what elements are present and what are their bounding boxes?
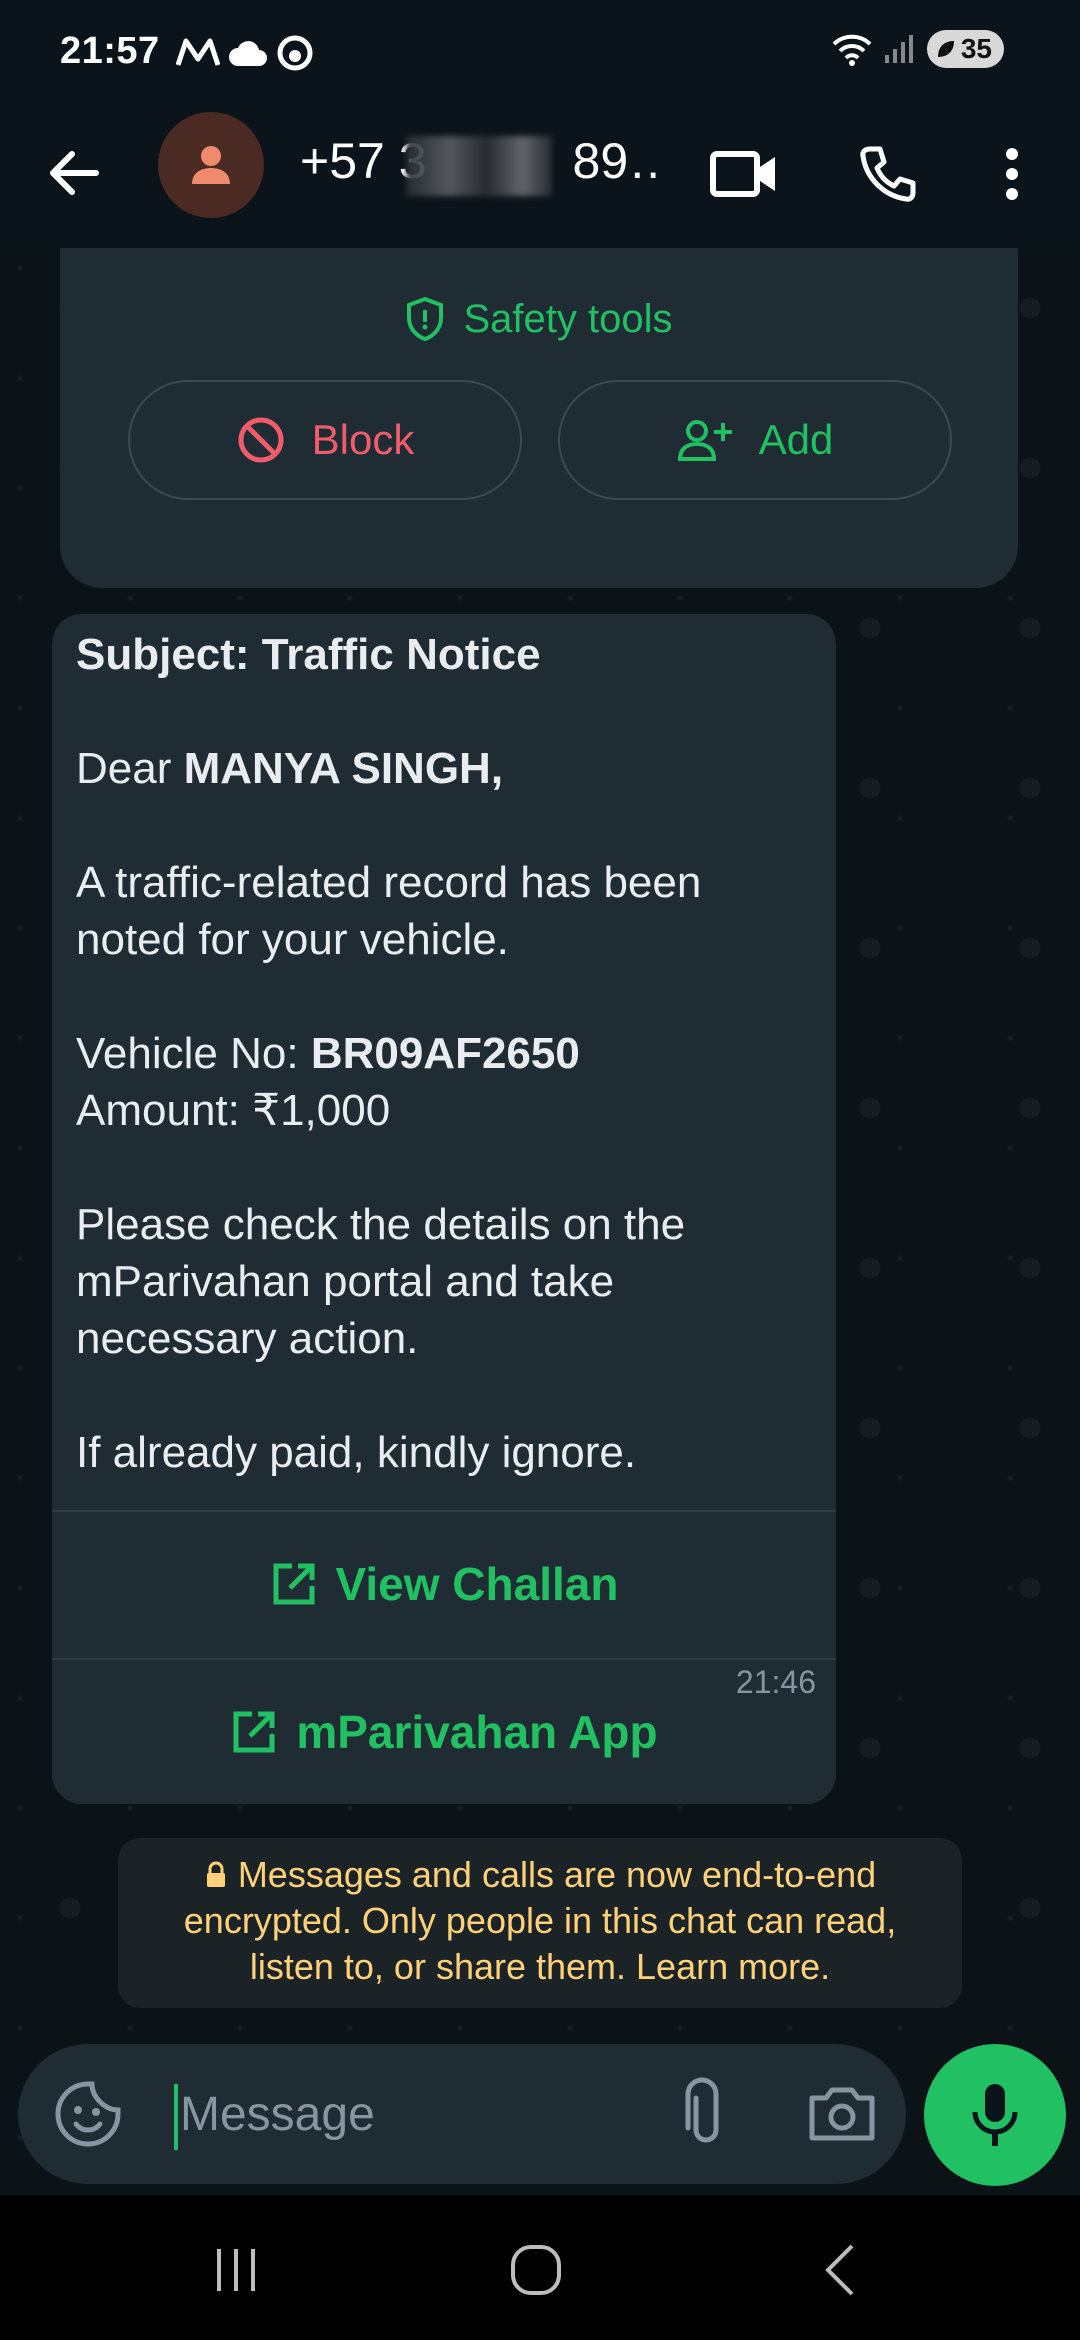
message-greeting: Dear MANYA SINGH, xyxy=(76,740,796,797)
text-caret xyxy=(174,2084,178,2150)
message-composer xyxy=(18,2044,906,2184)
back-nav-button[interactable] xyxy=(800,2235,880,2305)
safety-tools-label: Safety tools xyxy=(463,296,673,341)
view-challan-button[interactable]: View Challan xyxy=(52,1510,836,1656)
amount-line: Amount: ₹1,000 xyxy=(76,1082,796,1139)
vehicle-label: Vehicle No: xyxy=(76,1029,311,1078)
signal-icon xyxy=(884,35,913,63)
lock-icon xyxy=(206,1861,225,1887)
home-button[interactable] xyxy=(496,2235,576,2305)
mparivahan-app-label: mParivahan App xyxy=(296,1706,658,1758)
more-vert-icon xyxy=(1006,148,1018,200)
contact-tail: 89… xyxy=(572,133,660,189)
external-link-icon xyxy=(233,1711,275,1753)
chat-header: +57 389… xyxy=(0,104,1080,248)
camera-button[interactable] xyxy=(802,2074,882,2154)
avatar[interactable] xyxy=(158,112,264,218)
block-icon xyxy=(238,417,284,463)
sticker-icon xyxy=(55,2081,121,2147)
external-link-icon xyxy=(273,1563,315,1605)
m-icon xyxy=(176,38,220,66)
view-challan-label: View Challan xyxy=(335,1558,619,1610)
home-icon xyxy=(511,2245,561,2295)
cloud-icon xyxy=(229,41,267,66)
recents-icon xyxy=(217,2249,255,2291)
status-icons-right: 35 xyxy=(831,30,1004,68)
message-line3: Please check the details on the mParivah… xyxy=(76,1200,686,1363)
back-arrow-icon xyxy=(50,151,99,195)
leaf-icon xyxy=(937,41,954,57)
message-subject: Subject: Traffic Notice xyxy=(76,630,541,679)
phone-icon xyxy=(860,146,916,202)
status-time: 21:57 xyxy=(60,30,160,72)
video-call-button[interactable] xyxy=(704,134,784,214)
voice-call-button[interactable] xyxy=(848,134,928,214)
sticker-button[interactable] xyxy=(48,2074,128,2154)
voice-message-button[interactable] xyxy=(924,2044,1066,2186)
chevron-left-icon xyxy=(825,2244,854,2296)
message-line4: If already paid, kindly ignore. xyxy=(76,1428,637,1477)
vehicle-number: BR09AF2650 xyxy=(310,1029,580,1078)
screen: 21:57 35 +57 3 89 Safety tools Block Add… xyxy=(0,0,1080,2340)
battery-icon: 35 xyxy=(926,30,1004,68)
system-nav-bar xyxy=(0,2195,1080,2340)
paperclip-icon xyxy=(685,2077,719,2143)
encryption-text: Messages and calls are now end-to-end en… xyxy=(183,1854,897,1987)
greeting-prefix: Dear xyxy=(76,744,184,793)
video-call-icon xyxy=(710,151,775,197)
amount-value: ₹1,000 xyxy=(252,1086,391,1135)
message-input[interactable] xyxy=(180,2074,630,2154)
camera-icon xyxy=(809,2087,875,2141)
mic-icon xyxy=(972,2084,1018,2146)
encryption-notice[interactable]: Messages and calls are now end-to-end en… xyxy=(118,1838,962,2008)
attach-button[interactable] xyxy=(666,2074,746,2154)
block-button[interactable]: Block xyxy=(128,380,522,500)
safety-card: Safety tools Block Add xyxy=(60,248,1018,588)
status-bar: 21:57 35 xyxy=(0,0,1080,104)
chat-area[interactable]: Safety tools Block Add Subject: Traffic … xyxy=(0,248,1080,2195)
redaction-blur xyxy=(406,136,552,196)
more-options-button[interactable] xyxy=(972,134,1052,214)
add-label: Add xyxy=(758,416,834,463)
back-button[interactable] xyxy=(40,138,110,208)
block-label: Block xyxy=(311,416,415,463)
battery-level: 35 xyxy=(960,33,992,64)
recents-button[interactable] xyxy=(196,2235,276,2305)
person-icon xyxy=(192,146,230,184)
status-icons-left xyxy=(176,34,314,72)
add-person-icon xyxy=(677,420,732,461)
mparivahan-app-button[interactable]: mParivahan App xyxy=(52,1658,836,1804)
greeting-name: MANYA SINGH, xyxy=(183,744,504,793)
message-line1: A traffic-related record has been noted … xyxy=(76,858,702,964)
shield-icon xyxy=(407,296,444,342)
add-contact-button[interactable]: Add xyxy=(558,380,952,500)
vehicle-line: Vehicle No: BR09AF2650 xyxy=(76,1025,796,1082)
message-text: Subject: Traffic Notice Dear MANYA SINGH… xyxy=(76,626,796,1481)
wifi-icon xyxy=(832,34,872,66)
sync-icon xyxy=(277,35,313,71)
message-bubble[interactable]: Subject: Traffic Notice Dear MANYA SINGH… xyxy=(52,614,836,1804)
safety-tools-link[interactable]: Safety tools xyxy=(60,296,1018,342)
amount-label: Amount: xyxy=(76,1086,253,1135)
